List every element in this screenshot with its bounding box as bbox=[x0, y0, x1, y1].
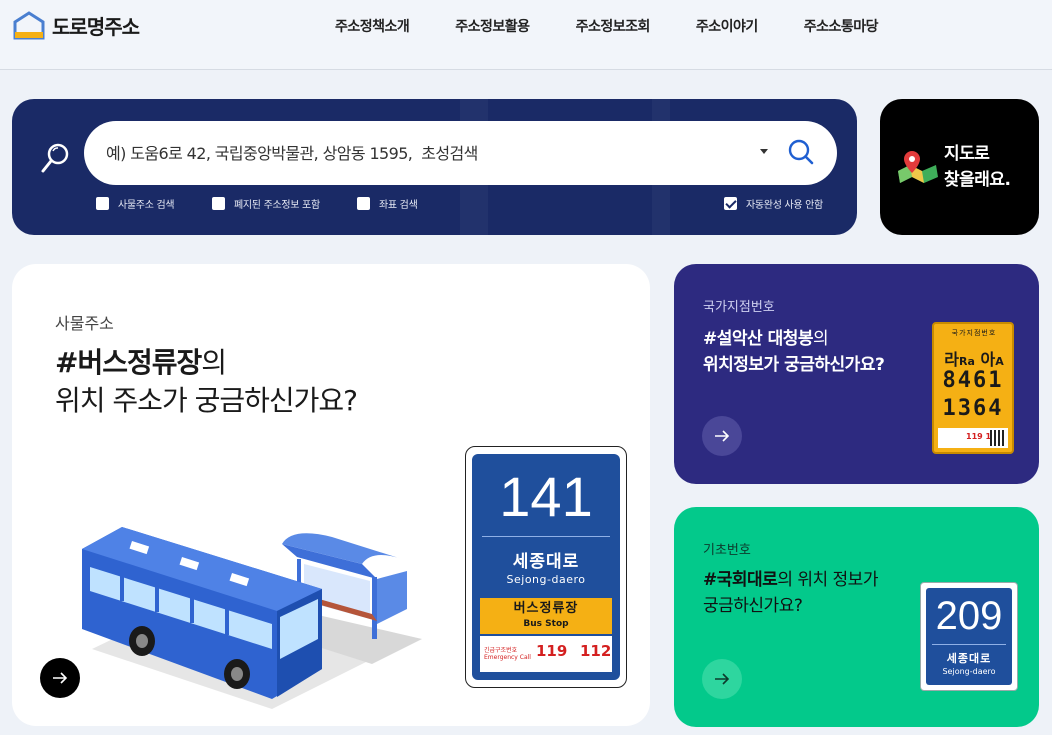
sign-footer: 119 112 bbox=[938, 428, 1008, 448]
sign-road-name-en: Sejong-daero bbox=[506, 573, 586, 586]
sign-header: 국가지점번호 bbox=[951, 329, 997, 337]
title-keyword: #설악산 대청봉 bbox=[703, 329, 814, 349]
arrow-right-icon bbox=[715, 430, 730, 442]
map-search-card[interactable]: 지도로 찾을래요. bbox=[880, 99, 1039, 235]
qr-code-icon bbox=[990, 430, 1006, 446]
title-keyword: #국회대로 bbox=[703, 570, 778, 590]
arrow-right-icon bbox=[715, 673, 730, 685]
search-panel: 사물주소 검색 폐지된 주소정보 포함 좌표 검색 자동완성 사용 안함 bbox=[12, 99, 857, 235]
sign-number: 141 bbox=[499, 465, 593, 528]
nav-item-usage[interactable]: 주소정보활용 bbox=[455, 16, 530, 36]
option-coordinate-search[interactable]: 좌표 검색 bbox=[357, 196, 418, 211]
title-line2: 위치 주소가 궁금하신가요? bbox=[55, 384, 358, 417]
sign-grid-letters: 라Ra 아A bbox=[938, 346, 1010, 370]
card-title: #국회대로의 위치 정보가 궁금하신가요? bbox=[703, 567, 878, 619]
search-box bbox=[84, 121, 837, 185]
sign-road-name-en: Sejong-daero bbox=[942, 667, 996, 676]
option-label: 사물주소 검색 bbox=[118, 200, 175, 211]
national-point-sign: 국가지점번호 라Ra 아A 8461 1364 119 112 bbox=[932, 322, 1014, 454]
map-card-text: 지도로 찾을래요. bbox=[944, 141, 1011, 193]
base-number-card[interactable]: 기초번호 #국회대로의 위치 정보가 궁금하신가요? 209 세종대로 Sejo… bbox=[674, 507, 1039, 727]
title-line2: 궁금하신가요? bbox=[703, 596, 803, 616]
title-suffix: 의 bbox=[201, 346, 227, 379]
option-include-abolished[interactable]: 폐지된 주소정보 포함 bbox=[212, 196, 320, 211]
national-point-card[interactable]: 국가지점번호 #설악산 대청봉의 위치정보가 궁금하신가요? 국가지점번호 라R… bbox=[674, 264, 1039, 484]
sign-number: 209 bbox=[935, 594, 1003, 638]
ra: 라 bbox=[944, 350, 959, 369]
card-category: 국가지점번호 bbox=[703, 300, 775, 315]
nav-item-community[interactable]: 주소소통마당 bbox=[804, 16, 879, 36]
chevron-down-icon[interactable] bbox=[760, 149, 768, 154]
sign-row2: 1364 bbox=[942, 396, 1004, 421]
arrow-right-button[interactable] bbox=[702, 416, 742, 456]
checkbox[interactable] bbox=[212, 197, 225, 210]
a-en: A bbox=[995, 355, 1004, 368]
checkbox[interactable] bbox=[96, 197, 109, 210]
search-options: 사물주소 검색 폐지된 주소정보 포함 좌표 검색 자동완성 사용 안함 bbox=[96, 196, 836, 214]
bus-stop-en: Bus Stop bbox=[523, 619, 569, 629]
house-icon bbox=[13, 11, 45, 40]
option-disable-autocomplete[interactable]: 자동완성 사용 안함 bbox=[724, 196, 823, 211]
site-logo[interactable]: 도로명주소 bbox=[12, 10, 140, 40]
ra-en: Ra bbox=[959, 355, 975, 368]
magnifier-icon bbox=[41, 143, 69, 173]
option-label: 폐지된 주소정보 포함 bbox=[234, 200, 320, 211]
bus-stop-card[interactable]: 사물주소 #버스정류장의 위치 주소가 궁금하신가요? 141 세종대로 Sej… bbox=[12, 264, 650, 726]
sign-panel: 141 세종대로 Sejong-daero 버스정류장 Bus Stop 긴급구… bbox=[472, 454, 620, 680]
sign-road-name: 세종대로 bbox=[512, 552, 580, 572]
sign-row1: 8461 bbox=[942, 368, 1004, 393]
arrow-right-icon bbox=[53, 672, 68, 684]
road-sign: 209 세종대로 Sejong-daero bbox=[920, 582, 1018, 691]
map-pin-icon bbox=[898, 151, 938, 183]
emergency-number-119: 119 bbox=[536, 642, 568, 660]
emergency-number-112: 112 bbox=[580, 642, 612, 660]
card-title: #설악산 대청봉의 위치정보가 궁금하신가요? bbox=[703, 326, 885, 378]
divider bbox=[482, 536, 610, 537]
title-keyword: #버스정류장 bbox=[55, 346, 202, 379]
card-title: #버스정류장의 위치 주소가 궁금하신가요? bbox=[55, 344, 358, 420]
card-category: 기초번호 bbox=[703, 543, 751, 558]
arrow-right-button[interactable] bbox=[40, 658, 80, 698]
nav-item-story[interactable]: 주소이야기 bbox=[696, 16, 758, 36]
sign-emergency: 긴급구조번호 Emergency Call 119 112 bbox=[480, 636, 612, 672]
sign-panel: 209 세종대로 Sejong-daero bbox=[926, 588, 1012, 685]
bus-stop-ko: 버스정류장 bbox=[513, 601, 579, 616]
option-thing-address[interactable]: 사물주소 검색 bbox=[96, 196, 175, 211]
emergency-label: 긴급구조번호 Emergency Call bbox=[484, 647, 531, 661]
logo-text: 도로명주소 bbox=[52, 14, 140, 39]
divider bbox=[932, 644, 1006, 645]
nav-item-policy[interactable]: 주소정책소개 bbox=[335, 16, 410, 36]
sign-road-name: 세종대로 bbox=[946, 652, 992, 665]
site-header: 도로명주소 주소정책소개 주소정보활용 주소정보조회 주소이야기 주소소통마당 bbox=[0, 0, 1052, 70]
search-icon[interactable] bbox=[787, 138, 815, 166]
emergency-label-en: Emergency Call bbox=[484, 654, 531, 661]
title-suffix: 의 bbox=[813, 329, 829, 349]
bus-stop-sign: 141 세종대로 Sejong-daero 버스정류장 Bus Stop 긴급구… bbox=[465, 446, 627, 688]
checkbox[interactable] bbox=[357, 197, 370, 210]
main-nav: 주소정책소개 주소정보활용 주소정보조회 주소이야기 주소소통마당 bbox=[312, 16, 901, 36]
nav-item-lookup[interactable]: 주소정보조회 bbox=[576, 16, 651, 36]
bus-illustration bbox=[82, 527, 422, 709]
title-suffix: 의 위치 정보가 bbox=[777, 570, 878, 590]
search-input[interactable] bbox=[106, 121, 746, 185]
checkbox-checked[interactable] bbox=[724, 197, 737, 210]
sign-bus-stop-label: 버스정류장 Bus Stop bbox=[480, 598, 612, 634]
emergency-label-ko: 긴급구조번호 bbox=[484, 647, 518, 654]
card-category: 사물주소 bbox=[55, 314, 114, 333]
map-card-line2: 찾을래요. bbox=[944, 170, 1011, 190]
option-label: 좌표 검색 bbox=[379, 200, 418, 211]
arrow-right-button[interactable] bbox=[702, 659, 742, 699]
map-card-line1: 지도로 bbox=[944, 144, 990, 164]
a: 아 bbox=[980, 350, 996, 369]
option-label: 자동완성 사용 안함 bbox=[746, 200, 823, 211]
title-line2: 위치정보가 궁금하신가요? bbox=[703, 355, 885, 375]
